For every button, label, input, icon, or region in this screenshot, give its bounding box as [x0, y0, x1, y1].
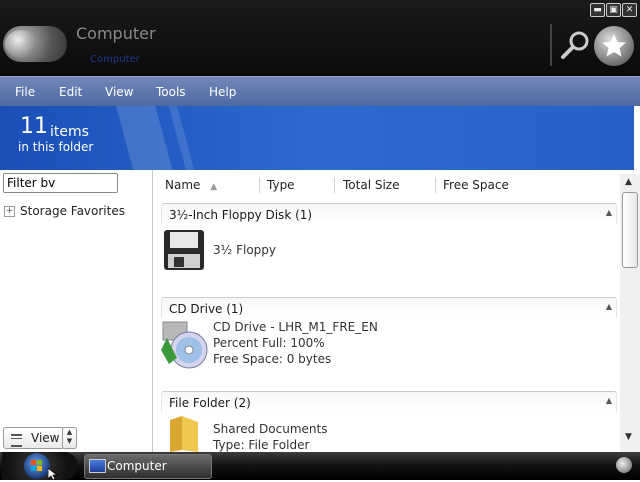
navigation-pane: Filter bv + Storage Favorites View ▲ ▼ [0, 170, 153, 452]
column-type[interactable]: Type [267, 174, 295, 194]
floppy-drive-icon[interactable] [162, 228, 206, 272]
folder-icon[interactable] [168, 414, 202, 452]
group-label: 3½-Inch Floppy Disk (1) [169, 208, 313, 222]
cd-drive-icon[interactable] [159, 320, 209, 370]
search-icon[interactable] [560, 30, 590, 60]
taskbar: Computer [0, 452, 640, 480]
minimize-button[interactable]: ▬ [590, 3, 605, 17]
folder-banner [0, 106, 640, 170]
group-header-cd[interactable]: CD Drive (1) ▲ [161, 297, 617, 318]
maximize-button[interactable]: ▣ [606, 3, 621, 17]
sort-ascending-icon: ▲ [210, 182, 218, 192]
favorites-star-icon[interactable] [594, 26, 634, 66]
item-cd-free-space: Free Space: 0 bytes [213, 352, 332, 366]
column-free-space[interactable]: Free Space [443, 174, 509, 194]
menu-view[interactable]: View [105, 85, 133, 99]
title-bar: Computer Computer ▬ ▣ ✕ [0, 0, 640, 76]
filter-input[interactable]: Filter bv [3, 173, 118, 193]
group-label: File Folder (2) [169, 396, 251, 410]
banner-edge [634, 106, 640, 170]
computer-icon [89, 459, 106, 473]
column-name[interactable]: Name ▲ [165, 174, 217, 194]
storage-favorites-item[interactable]: Storage Favorites [20, 204, 125, 218]
vertical-scrollbar[interactable]: ▲ ▼ [620, 174, 640, 452]
taskbar-item-label: Computer [107, 459, 167, 473]
banner-decoration [115, 106, 173, 170]
menu-help[interactable]: Help [209, 85, 236, 99]
item-count: 11 [20, 114, 48, 139]
item-shared-documents[interactable]: Shared Documents [213, 422, 327, 436]
view-options-stepper[interactable]: ▲ ▼ [62, 427, 77, 449]
collapse-icon[interactable]: ▲ [606, 302, 612, 311]
toolbar-divider [550, 24, 552, 66]
menu-edit[interactable]: Edit [59, 85, 82, 99]
menu-file[interactable]: File [15, 85, 35, 99]
item-cd-percent-full: Percent Full: 100% [213, 336, 325, 350]
collapse-icon[interactable]: ▲ [606, 396, 612, 405]
view-button-label: View [31, 431, 60, 445]
column-divider[interactable] [259, 177, 260, 193]
column-total-size[interactable]: Total Size [343, 174, 399, 194]
item-floppy[interactable]: 3½ Floppy [213, 243, 276, 257]
item-count-subtitle: in this folder [18, 140, 94, 154]
menu-bar: File Edit View Tools Help [0, 76, 640, 107]
group-label: CD Drive (1) [169, 302, 244, 316]
column-name-label: Name [165, 178, 201, 192]
back-button[interactable] [5, 30, 37, 58]
column-divider[interactable] [435, 177, 436, 193]
back-forward-icon[interactable] [3, 26, 67, 62]
file-list: Name ▲ Type Total Size Free Space 3½-Inc… [153, 174, 640, 452]
mouse-cursor-icon [48, 468, 59, 480]
view-button[interactable]: View [3, 427, 65, 449]
banner-decoration [167, 106, 197, 170]
expand-plus-icon[interactable]: + [4, 206, 15, 217]
window-title: Computer [76, 24, 156, 43]
windows-flag-icon [31, 460, 42, 471]
item-cd-drive[interactable]: CD Drive - LHR_M1_FRE_EN [213, 320, 378, 334]
scroll-thumb[interactable] [622, 192, 638, 268]
scroll-up-icon[interactable]: ▲ [625, 177, 632, 187]
scroll-down-icon[interactable]: ▼ [625, 432, 632, 442]
address-breadcrumb[interactable]: Computer [90, 54, 140, 65]
tray-icon[interactable] [616, 457, 632, 473]
taskbar-item-computer[interactable]: Computer [84, 454, 212, 479]
start-button[interactable] [2, 452, 78, 480]
item-count-unit: items [50, 124, 89, 140]
item-shared-documents-type: Type: File Folder [213, 438, 310, 452]
group-header-file-folder[interactable]: File Folder (2) ▲ [161, 391, 617, 412]
menu-tools[interactable]: Tools [156, 85, 186, 99]
column-divider[interactable] [334, 177, 335, 193]
collapse-icon[interactable]: ▲ [606, 208, 612, 217]
close-button[interactable]: ✕ [622, 3, 637, 17]
star-icon [602, 34, 626, 57]
group-header-floppy[interactable]: 3½-Inch Floppy Disk (1) ▲ [161, 203, 617, 224]
windows-logo-icon [24, 453, 50, 479]
list-view-icon [11, 434, 22, 447]
